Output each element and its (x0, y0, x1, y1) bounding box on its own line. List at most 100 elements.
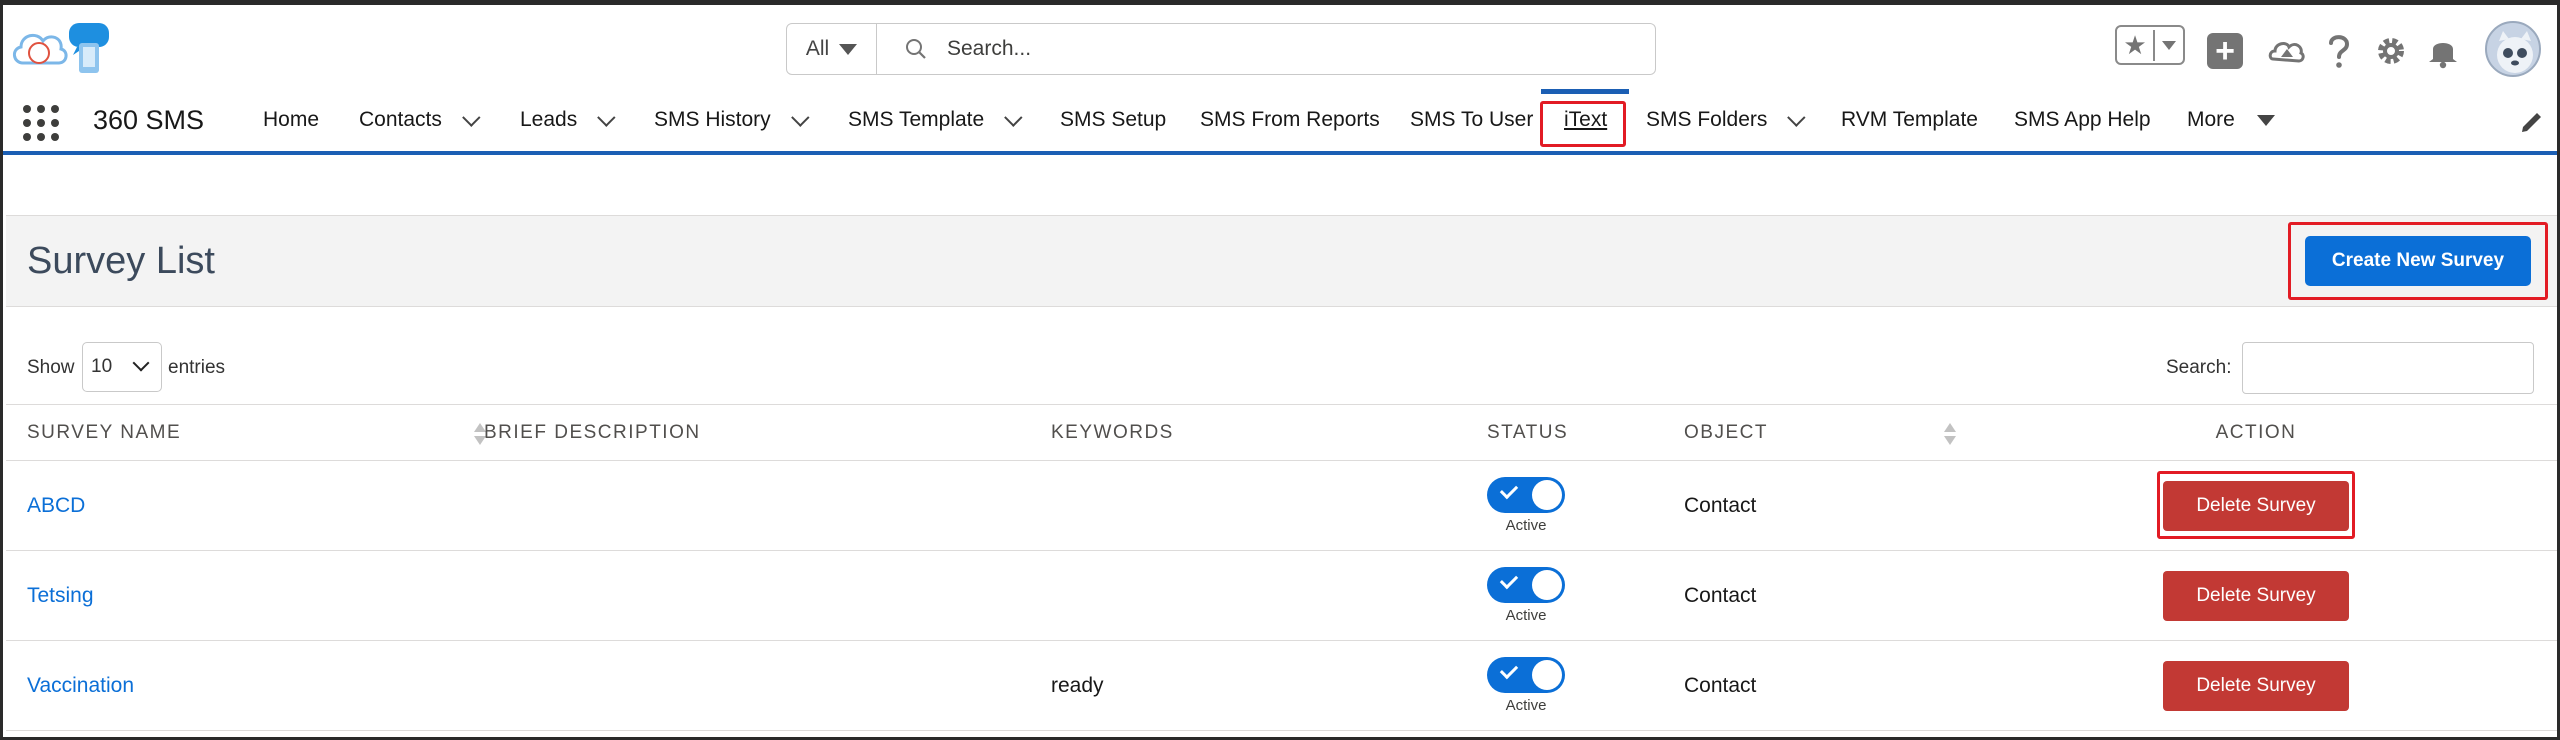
delete-survey-button[interactable]: Delete Survey (2163, 660, 2349, 711)
description-cell (484, 460, 1051, 551)
status-toggle[interactable] (1487, 657, 1565, 693)
survey-name-cell: Tetsing (6, 550, 484, 641)
create-new-survey-button[interactable]: Create New Survey (2305, 236, 2531, 286)
nav-item-sms-template[interactable]: SMS Template (848, 89, 1023, 151)
favorites-button[interactable]: ★ (2115, 25, 2185, 65)
column-header-label: SURVEY NAME (27, 421, 182, 443)
nav-item-leads[interactable]: Leads (520, 89, 616, 151)
nav-item-sms-history[interactable]: SMS History (654, 89, 810, 151)
chevron-down-icon[interactable] (790, 107, 810, 127)
column-header-keywords[interactable]: KEYWORDS (1051, 404, 1487, 461)
survey-name-link[interactable]: ABCD (27, 494, 85, 517)
search-box (877, 24, 1655, 74)
column-header-label: BRIEF DESCRIPTION (484, 421, 701, 443)
object-cell: Contact (1684, 550, 1954, 641)
chevron-down-icon[interactable] (597, 107, 616, 127)
action-cell: Delete Survey (1954, 550, 2557, 641)
check-icon (1499, 660, 1519, 680)
status-label: Active (1505, 697, 1547, 714)
delete-survey-button[interactable]: Delete Survey (2163, 570, 2349, 621)
column-header-status[interactable]: STATUS (1487, 404, 1684, 461)
app-logo[interactable] (9, 19, 137, 79)
nav-item-itext[interactable]: iText (1564, 89, 1607, 151)
gear-icon[interactable] (2371, 31, 2411, 71)
help-icon[interactable] (2319, 31, 2359, 71)
avatar[interactable] (2485, 21, 2541, 77)
nav-label: SMS Setup (1060, 108, 1167, 131)
trailhead-icon[interactable] (2267, 31, 2307, 71)
action-cell: Delete Survey (1954, 460, 2557, 551)
entries-per-page-select[interactable]: 10 (82, 342, 162, 392)
survey-page: Survey List Create New Survey Show 10 en… (6, 159, 2557, 737)
app-name: 360 SMS (93, 105, 205, 135)
nav-label: SMS History (654, 108, 771, 131)
delete-survey-button[interactable]: Delete Survey (2163, 480, 2349, 531)
nav-item-sms-to-user[interactable]: SMS To User (1410, 89, 1533, 151)
nav-label: Contacts (359, 108, 442, 131)
column-header-object[interactable]: OBJECT (1684, 404, 1956, 461)
survey-name-cell: ABCD (6, 460, 484, 551)
chevron-down-icon[interactable] (462, 107, 481, 127)
survey-name-link[interactable]: Vaccination (27, 674, 134, 697)
entries-label: entries (168, 357, 226, 378)
plus-icon[interactable]: + (2207, 33, 2243, 69)
show-label: Show (27, 357, 75, 378)
table-row: Tetsing Active Contact Delete Survey (6, 550, 2557, 641)
toggle-knob (1532, 480, 1562, 510)
user-avatar-icon (2497, 31, 2533, 73)
table-search-input[interactable] (2242, 342, 2534, 394)
search-scope-dropdown[interactable]: All (787, 24, 877, 74)
status-cell: Active (1487, 550, 1684, 641)
star-icon[interactable]: ★ (2117, 29, 2155, 61)
status-cell: Active (1487, 460, 1684, 551)
app-window: All ★ + (0, 0, 2560, 740)
column-header-label: ACTION (2215, 421, 2297, 443)
column-header-survey-name[interactable]: SURVEY NAME (6, 404, 486, 461)
chevron-down-icon[interactable] (1004, 107, 1023, 127)
nav-item-sms-folders[interactable]: SMS Folders (1646, 89, 1806, 151)
table-row: ABCD Active Contact Delete Survey (6, 460, 2557, 551)
nav-label: SMS From Reports (1200, 108, 1380, 131)
nav-label: SMS To User (1410, 108, 1534, 131)
survey-name-link[interactable]: Tetsing (27, 584, 94, 607)
app-launcher-icon[interactable] (23, 105, 59, 141)
table-row: Vaccination ready Active Contact Delete … (6, 640, 2557, 731)
status-toggle[interactable] (1487, 477, 1565, 513)
table-controls: Show 10 entries Search: (6, 341, 2557, 395)
nav-item-home[interactable]: Home (263, 89, 319, 151)
nav-item-rvm-template[interactable]: RVM Template (1841, 89, 1978, 151)
search-input[interactable] (947, 37, 1547, 61)
nav-label: More (2187, 108, 2235, 131)
survey-card-header: Survey List Create New Survey (6, 215, 2557, 307)
keywords-cell (1051, 550, 1487, 641)
status-label: Active (1505, 607, 1547, 624)
status-cell: Active (1487, 640, 1684, 731)
nav-label: Leads (520, 108, 578, 131)
keywords-cell (1051, 460, 1487, 551)
nav-item-sms-setup[interactable]: SMS Setup (1060, 89, 1166, 151)
edit-pencil-icon[interactable] (2517, 107, 2547, 137)
nav-item-contacts[interactable]: Contacts (359, 89, 481, 151)
table-header-row: SURVEY NAME BRIEF DESCRIPTION KEYWORDS S… (6, 404, 2557, 461)
caret-down-icon[interactable] (2256, 114, 2275, 126)
nav-label: RVM Template (1841, 108, 1978, 131)
column-header-label: STATUS (1487, 421, 1569, 443)
action-cell: Delete Survey (1954, 640, 2557, 731)
column-header-brief-description[interactable]: BRIEF DESCRIPTION (484, 404, 1051, 461)
description-cell (484, 550, 1051, 641)
status-toggle[interactable] (1487, 567, 1565, 603)
nav-item-more[interactable]: More (2187, 89, 2275, 151)
nav-label: SMS Template (848, 108, 985, 131)
nav-item-sms-app-help[interactable]: SMS App Help (2014, 89, 2151, 151)
object-cell: Contact (1684, 640, 1954, 731)
toggle-knob (1532, 660, 1562, 690)
global-search: All (786, 23, 1656, 75)
nav-item-sms-from-reports[interactable]: SMS From Reports (1200, 89, 1380, 151)
chevron-down-icon[interactable] (1787, 107, 1806, 127)
toggle-knob (1532, 570, 1562, 600)
object-cell: Contact (1684, 460, 1954, 551)
bell-icon[interactable] (2423, 31, 2463, 71)
favorites-dropdown[interactable] (2155, 40, 2183, 50)
caret-down-icon (839, 43, 858, 55)
check-icon (1499, 480, 1519, 500)
